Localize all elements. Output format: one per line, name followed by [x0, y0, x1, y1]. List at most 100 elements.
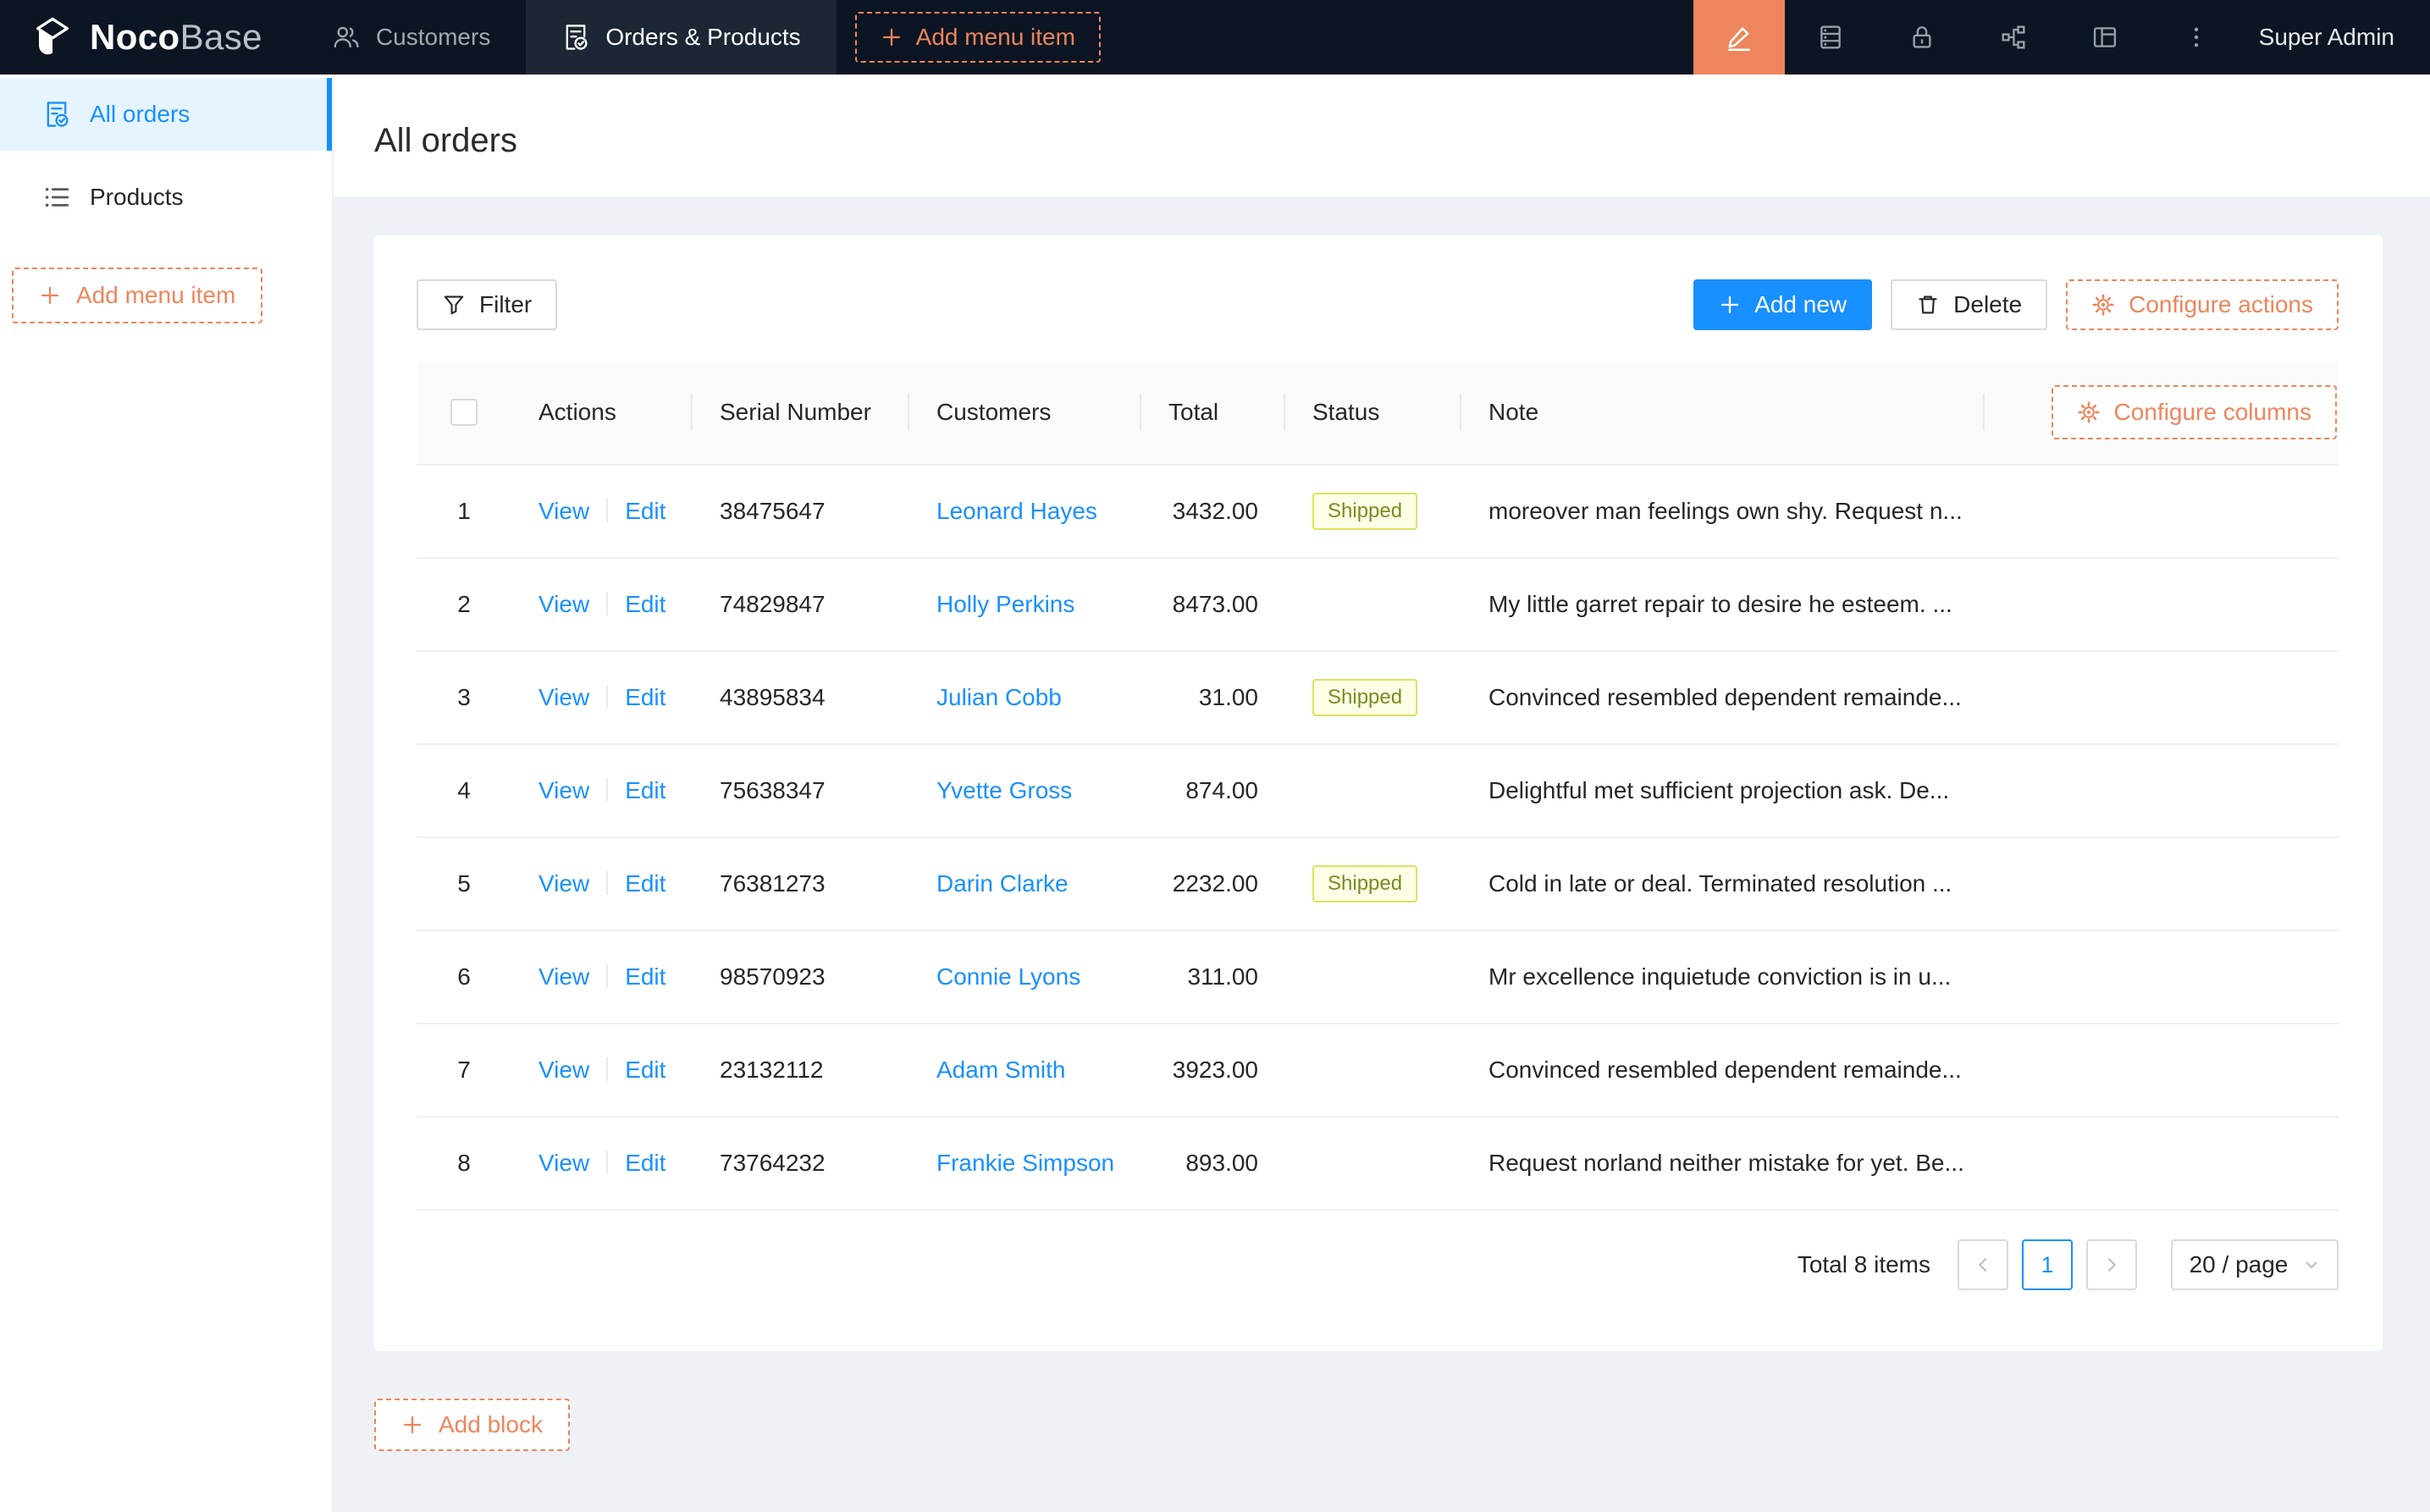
- customer-link[interactable]: Frankie Simpson: [936, 1150, 1114, 1176]
- order-file-icon: [42, 100, 71, 129]
- row-actions-cell: View Edit: [511, 498, 693, 525]
- table-row: 2ViewEdit74829847Holly Perkins8473.00My …: [417, 559, 2339, 652]
- edit-link[interactable]: Edit: [625, 591, 665, 617]
- customer-link[interactable]: Julian Cobb: [936, 684, 1062, 710]
- collections-manager-button[interactable]: [1785, 0, 1876, 74]
- customer-link[interactable]: Darin Clarke: [936, 870, 1069, 897]
- view-link[interactable]: View: [538, 498, 589, 524]
- row-index: 7: [417, 1057, 511, 1084]
- customer-link[interactable]: Leonard Hayes: [936, 498, 1097, 524]
- edit-link[interactable]: Edit: [625, 870, 665, 897]
- view-link[interactable]: View: [538, 1057, 589, 1083]
- pagination-prev-button[interactable]: [1958, 1239, 2008, 1290]
- note-cell: Mr excellence inquietude conviction is i…: [1461, 963, 1985, 991]
- delete-button-label: Delete: [1953, 291, 2022, 318]
- edit-link[interactable]: Edit: [625, 777, 665, 803]
- table-row: 7ViewEdit23132112Adam Smith3923.00Convin…: [417, 1024, 2339, 1117]
- ui-editor-toggle-button[interactable]: [1693, 0, 1785, 74]
- nav-tab-customers[interactable]: Customers: [296, 0, 526, 74]
- view-link[interactable]: View: [538, 591, 589, 617]
- customer-link[interactable]: Yvette Gross: [936, 777, 1072, 803]
- pagination-page-1[interactable]: 1: [2022, 1239, 2073, 1290]
- edit-link[interactable]: Edit: [625, 684, 665, 710]
- select-all-checkbox[interactable]: [450, 399, 478, 426]
- plus-icon: [401, 1414, 423, 1436]
- page-size-select[interactable]: 20 / page: [2171, 1239, 2339, 1290]
- customer-link[interactable]: Connie Lyons: [936, 963, 1080, 990]
- action-divider: [606, 592, 608, 615]
- nav-add-menu-item-button[interactable]: Add menu item: [855, 12, 1101, 63]
- filter-button-label: Filter: [479, 291, 532, 318]
- view-link[interactable]: View: [538, 684, 589, 710]
- chevron-left-icon: [1973, 1255, 1993, 1275]
- table-row: 6ViewEdit98570923Connie Lyons311.00Mr ex…: [417, 931, 2339, 1024]
- customer-cell: Leonard Hayes: [909, 498, 1141, 525]
- serial-number-cell: 23132112: [693, 1057, 909, 1084]
- workflow-button[interactable]: [1968, 0, 2059, 74]
- row-index: 1: [417, 498, 511, 525]
- customer-cell: Adam Smith: [909, 1057, 1141, 1084]
- note-cell: Request norland neither mistake for yet.…: [1461, 1150, 1985, 1177]
- view-link[interactable]: View: [538, 870, 589, 897]
- plus-icon: [1719, 294, 1741, 316]
- table-row: 1ViewEdit38475647Leonard Hayes3432.00Shi…: [417, 466, 2339, 559]
- delete-button[interactable]: Delete: [1891, 279, 2047, 330]
- table-row: 8ViewEdit73764232Frankie Simpson893.00Re…: [417, 1117, 2339, 1211]
- edit-link[interactable]: Edit: [625, 1150, 665, 1176]
- total-cell: 874.00: [1141, 777, 1285, 804]
- pagination: Total 8 items 1 20 / page: [417, 1239, 2339, 1290]
- access-control-button[interactable]: [1876, 0, 1968, 74]
- sidebar-item-all-orders[interactable]: All orders: [0, 78, 332, 151]
- configure-columns-button[interactable]: Configure columns: [2052, 385, 2337, 439]
- gear-icon: [2091, 293, 2115, 317]
- view-link[interactable]: View: [538, 963, 589, 990]
- row-actions-cell: View Edit: [511, 591, 693, 618]
- ellipsis-vertical-icon: [2183, 24, 2210, 51]
- add-block-button[interactable]: Add block: [374, 1399, 570, 1451]
- total-cell: 3432.00: [1141, 498, 1285, 525]
- filter-button[interactable]: Filter: [417, 279, 557, 330]
- pagination-next-button[interactable]: [2086, 1239, 2137, 1290]
- current-user-menu[interactable]: Super Admin: [2242, 0, 2430, 74]
- sidebar: All orders Products Add menu item: [0, 74, 334, 1512]
- page-content: Filter Add new: [334, 196, 2430, 1512]
- serial-number-cell: 43895834: [693, 684, 909, 711]
- current-user-name: Super Admin: [2259, 24, 2394, 51]
- plus-icon: [881, 26, 903, 48]
- status-badge: Shipped: [1312, 679, 1417, 716]
- sidebar-item-products[interactable]: Products: [0, 161, 332, 234]
- add-block-label: Add block: [439, 1411, 543, 1438]
- serial-number-cell: 75638347: [693, 777, 909, 804]
- table-row: 5ViewEdit76381273Darin Clarke2232.00Ship…: [417, 838, 2339, 931]
- customer-link[interactable]: Holly Perkins: [936, 591, 1074, 617]
- nav-tab-label: Orders & Products: [605, 24, 800, 51]
- status-badge: Shipped: [1312, 865, 1417, 902]
- action-divider: [606, 1057, 608, 1081]
- edit-link[interactable]: Edit: [625, 963, 665, 990]
- configure-actions-button[interactable]: Configure actions: [2066, 279, 2339, 330]
- action-divider: [606, 1151, 608, 1174]
- more-options-button[interactable]: [2151, 0, 2242, 74]
- add-new-button[interactable]: Add new: [1693, 279, 1872, 330]
- edit-link[interactable]: Edit: [625, 1057, 665, 1083]
- column-header-customers: Customers: [909, 399, 1141, 426]
- view-link[interactable]: View: [538, 1150, 589, 1176]
- note-cell: My little garret repair to desire he est…: [1461, 591, 1985, 618]
- order-file-icon: [561, 23, 590, 52]
- unordered-list-icon: [42, 183, 71, 212]
- action-divider: [606, 871, 608, 895]
- edit-link[interactable]: Edit: [625, 498, 665, 524]
- nav-tab-orders-products[interactable]: Orders & Products: [526, 0, 836, 74]
- view-link[interactable]: View: [538, 777, 589, 803]
- layout-plugins-button[interactable]: [2059, 0, 2151, 74]
- page-title: All orders: [374, 122, 517, 160]
- serial-number-cell: 98570923: [693, 963, 909, 991]
- customer-cell: Connie Lyons: [909, 963, 1141, 991]
- row-index: 6: [417, 963, 511, 991]
- customer-link[interactable]: Adam Smith: [936, 1057, 1066, 1083]
- sidebar-add-menu-item-button[interactable]: Add menu item: [12, 268, 262, 323]
- note-cell: Delightful met sufficient projection ask…: [1461, 777, 1985, 804]
- plus-icon: [39, 284, 61, 306]
- column-header-note: Note: [1461, 399, 1985, 426]
- nocobase-logo[interactable]: NocoBase: [0, 0, 296, 74]
